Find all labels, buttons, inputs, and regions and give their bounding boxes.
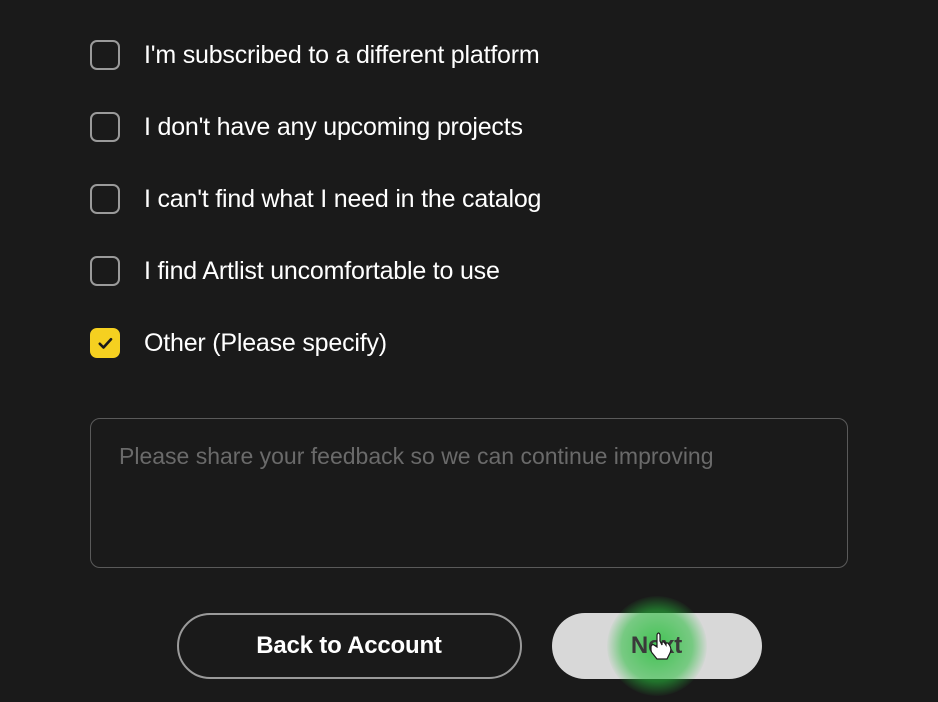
option-label: Other (Please specify) — [144, 329, 387, 358]
button-row: Back to Account Next — [90, 613, 848, 679]
checkbox-icon — [90, 40, 120, 70]
option-uncomfortable[interactable]: I find Artlist uncomfortable to use — [90, 256, 848, 286]
option-other[interactable]: Other (Please specify) — [90, 328, 848, 358]
check-icon — [96, 334, 114, 352]
option-catalog[interactable]: I can't find what I need in the catalog — [90, 184, 848, 214]
next-button-label: Next — [631, 632, 682, 660]
option-label: I'm subscribed to a different platform — [144, 41, 540, 70]
back-button-label: Back to Account — [256, 632, 441, 660]
cancellation-form: I'm subscribed to a different platform I… — [0, 0, 938, 679]
option-label: I don't have any upcoming projects — [144, 113, 523, 142]
option-no-projects[interactable]: I don't have any upcoming projects — [90, 112, 848, 142]
back-to-account-button[interactable]: Back to Account — [177, 613, 522, 679]
checkbox-icon — [90, 184, 120, 214]
option-label: I find Artlist uncomfortable to use — [144, 257, 500, 286]
next-button[interactable]: Next — [552, 613, 762, 679]
option-different-platform[interactable]: I'm subscribed to a different platform — [90, 40, 848, 70]
feedback-textarea[interactable] — [90, 418, 848, 568]
checkbox-icon — [90, 256, 120, 286]
checkbox-checked-icon — [90, 328, 120, 358]
option-label: I can't find what I need in the catalog — [144, 185, 541, 214]
checkbox-icon — [90, 112, 120, 142]
